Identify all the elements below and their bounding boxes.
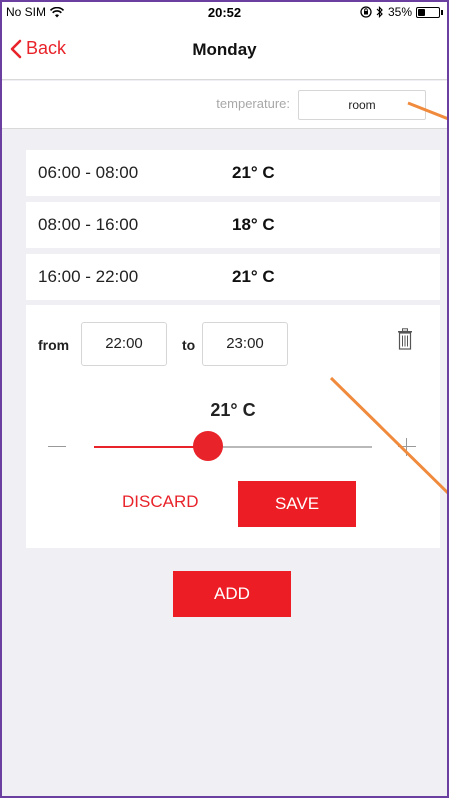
slider-thumb[interactable] — [192, 431, 223, 461]
add-button[interactable]: ADD — [173, 571, 291, 617]
to-label: to — [182, 337, 196, 353]
trash-icon[interactable] — [397, 328, 413, 350]
editor-temperature: 21° C — [210, 400, 256, 420]
save-button[interactable]: SAVE — [238, 481, 356, 527]
schedule-row[interactable]: 06:00 - 08:00 21° C — [26, 150, 440, 196]
schedule-row[interactable]: 16:00 - 22:00 21° C — [26, 254, 440, 300]
slider-minus-icon[interactable] — [48, 446, 66, 447]
to-time-input[interactable]: 23:00 — [202, 322, 288, 366]
from-label: from — [38, 337, 70, 353]
slot-temperature: 21° C — [232, 267, 275, 286]
battery-icon — [416, 6, 440, 18]
slot-time: 08:00 - 16:00 — [38, 215, 139, 234]
app-screen: No SIM 20:52 35% Back Monday temperature… — [0, 0, 449, 798]
temperature-slider[interactable] — [94, 431, 372, 461]
bluetooth-icon — [376, 6, 383, 18]
slot-time: 16:00 - 22:00 — [38, 267, 139, 286]
discard-button[interactable]: DISCARD — [122, 492, 199, 512]
from-time-input[interactable]: 22:00 — [81, 322, 167, 366]
slot-temperature: 18° C — [232, 215, 275, 234]
navigation-bar: Back Monday — [2, 24, 447, 80]
orientation-lock-icon — [360, 6, 372, 18]
slot-temperature: 21° C — [232, 163, 275, 182]
battery-fill — [418, 8, 425, 16]
temperature-row: temperature: room — [2, 81, 447, 129]
slider-fill — [94, 446, 208, 448]
battery-percent: 35% — [387, 5, 412, 19]
page-title: Monday — [192, 40, 257, 59]
slider-plus-icon[interactable] — [398, 438, 416, 456]
battery-tip — [441, 9, 443, 15]
slot-editor: from 22:00 to 23:00 21° C DISCARD SAVE — [26, 305, 440, 548]
status-bar: No SIM 20:52 35% — [2, 2, 447, 24]
temperature-label: temperature: — [216, 96, 290, 111]
status-right: 35% — [360, 5, 443, 19]
schedule-row[interactable]: 08:00 - 16:00 18° C — [26, 202, 440, 248]
temperature-select[interactable]: room — [298, 90, 426, 120]
slot-time: 06:00 - 08:00 — [38, 163, 139, 182]
